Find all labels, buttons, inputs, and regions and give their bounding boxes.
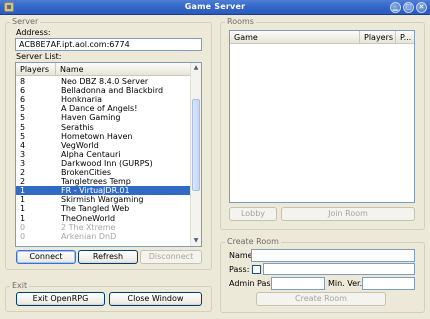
server-players-cell: 5 xyxy=(20,131,26,141)
server-list-row[interactable]: 4 VegWorld xyxy=(16,141,194,150)
server-players-cell: 1 xyxy=(20,213,26,223)
create-room-group-label: Create Room xyxy=(225,237,281,247)
min-version-label: Min. Ver.: xyxy=(328,279,365,288)
server-name-cell: Honknaria xyxy=(61,95,102,105)
server-players-cell: 5 xyxy=(20,122,26,132)
server-players-cell: 4 xyxy=(20,140,26,150)
server-players-cell: 1 xyxy=(20,195,26,205)
server-list-row[interactable]: 3 Alpha Centauri xyxy=(16,150,194,159)
server-name-cell: Alpha Centauri xyxy=(61,149,121,159)
server-list[interactable]: Players Name 8 Neo DBZ 8.4.0 Server 6 Bella… xyxy=(15,62,202,247)
refresh-button[interactable]: Refresh xyxy=(78,250,138,264)
server-players-cell: 8 xyxy=(20,77,26,86)
close-icon[interactable]: ✕ xyxy=(416,2,427,13)
server-name-cell: Darkwood Inn (GURPS) xyxy=(61,158,153,168)
minimize-icon[interactable]: ▁ xyxy=(390,2,401,13)
server-name-cell: The Tangled Web xyxy=(61,204,130,214)
server-list-row[interactable]: 6 Honknaria xyxy=(16,95,194,104)
create-room-button[interactable]: Create Room xyxy=(256,292,386,306)
address-label: Address: xyxy=(16,28,51,37)
server-list-row[interactable]: 0 Arkenian DnD xyxy=(16,232,194,241)
column-header-p[interactable]: P... xyxy=(396,31,414,44)
server-list-row[interactable]: 6 Belladonna and Blackbird xyxy=(16,86,194,95)
maximize-icon[interactable]: □ xyxy=(403,2,414,13)
column-header-players[interactable]: Players xyxy=(16,63,56,76)
admin-pass-input[interactable] xyxy=(271,277,325,290)
server-name-cell: Serathis xyxy=(61,122,94,132)
server-list-label: Server List: xyxy=(16,52,62,61)
server-list-row[interactable]: 1 TheOneWorld xyxy=(16,214,194,223)
server-players-cell: 5 xyxy=(20,104,26,114)
server-list-row[interactable]: 5 A Dance of Angels! xyxy=(16,104,194,113)
rooms-list[interactable]: Game Players P... xyxy=(229,30,415,203)
server-players-cell: 5 xyxy=(20,113,26,123)
room-name-input[interactable] xyxy=(251,249,415,262)
server-players-cell: 2 xyxy=(20,168,26,177)
server-list-row[interactable]: 8 Neo DBZ 8.4.0 Server xyxy=(16,77,194,86)
server-name-cell: VegWorld xyxy=(61,140,99,150)
server-list-scrollbar[interactable]: ▲ ▼ xyxy=(190,63,201,246)
server-list-row[interactable]: 5 Hometown Haven xyxy=(16,132,194,141)
server-name-cell: 2 The Xtreme xyxy=(61,222,116,232)
server-players-cell: 2 xyxy=(20,177,26,187)
server-list-row[interactable]: 3 Darkwood Inn (GURPS) xyxy=(16,159,194,168)
window-title: Game Server xyxy=(184,2,246,11)
server-list-row[interactable]: 2 BrokenCities xyxy=(16,168,194,177)
connect-button[interactable]: Connect xyxy=(16,250,76,264)
server-players-cell: 1 xyxy=(20,204,26,214)
exit-openrpg-button[interactable]: Exit OpenRPG xyxy=(16,292,105,306)
server-players-cell: 3 xyxy=(20,158,26,168)
address-input[interactable]: ACB8E7AF.ipt.aol.com:6774 xyxy=(15,38,202,51)
server-name-cell: A Dance of Angels! xyxy=(61,104,138,114)
server-players-cell: 3 xyxy=(20,149,26,159)
server-players-cell: 1 xyxy=(20,186,26,196)
server-name-cell: Neo DBZ 8.4.0 Server xyxy=(61,77,149,86)
server-players-cell: 6 xyxy=(20,95,26,105)
server-list-row[interactable]: 5 Serathis xyxy=(16,123,194,132)
disconnect-button[interactable]: Disconnect xyxy=(140,250,202,264)
exit-group-label: Exit xyxy=(10,281,30,291)
server-name-cell: Hometown Haven xyxy=(61,131,133,141)
lobby-button[interactable]: Lobby xyxy=(229,207,277,221)
server-name-cell: Haven Gaming xyxy=(61,113,121,123)
server-list-row[interactable]: 1 Skirmish Wargaming xyxy=(16,195,194,204)
server-list-row[interactable]: 1 FR - VirtuaJDR.01 xyxy=(16,186,194,196)
server-name-cell: Arkenian DnD xyxy=(61,231,117,241)
scroll-up-icon[interactable]: ▲ xyxy=(191,63,201,73)
server-name-cell: TheOneWorld xyxy=(61,213,116,223)
join-room-button[interactable]: Join Room xyxy=(281,207,415,221)
room-pass-input[interactable] xyxy=(263,263,415,275)
rooms-group-label: Rooms xyxy=(225,17,256,27)
scroll-thumb[interactable] xyxy=(192,99,200,191)
server-players-cell: 0 xyxy=(20,222,26,232)
server-name-cell: FR - VirtuaJDR.01 xyxy=(61,186,130,196)
min-version-input[interactable] xyxy=(362,277,415,290)
server-name-cell: Skirmish Wargaming xyxy=(61,195,144,205)
server-name-cell: BrokenCities xyxy=(61,168,112,177)
server-name-cell: Tangletrees Temp xyxy=(61,177,131,187)
server-list-row[interactable]: 0 2 The Xtreme xyxy=(16,223,194,232)
title-bar[interactable]: Game Server ▁ □ ✕ xyxy=(0,0,430,15)
column-header-room-players[interactable]: Players xyxy=(360,31,396,44)
server-name-cell: Belladonna and Blackbird xyxy=(61,86,164,96)
room-pass-checkbox[interactable] xyxy=(252,265,261,274)
server-group-label: Server xyxy=(10,17,41,27)
server-list-row[interactable]: 2 Tangletrees Temp xyxy=(16,177,194,186)
room-pass-label: Pass: xyxy=(229,265,250,274)
column-header-game[interactable]: Game xyxy=(230,31,360,44)
close-window-button[interactable]: Close Window xyxy=(109,292,202,306)
server-players-cell: 0 xyxy=(20,231,26,241)
server-players-cell: 6 xyxy=(20,86,26,96)
server-list-row[interactable]: 5 Haven Gaming xyxy=(16,113,194,122)
server-list-row[interactable]: 1 The Tangled Web xyxy=(16,204,194,213)
column-header-name[interactable]: Name xyxy=(56,63,192,76)
scroll-down-icon[interactable]: ▼ xyxy=(191,236,201,246)
